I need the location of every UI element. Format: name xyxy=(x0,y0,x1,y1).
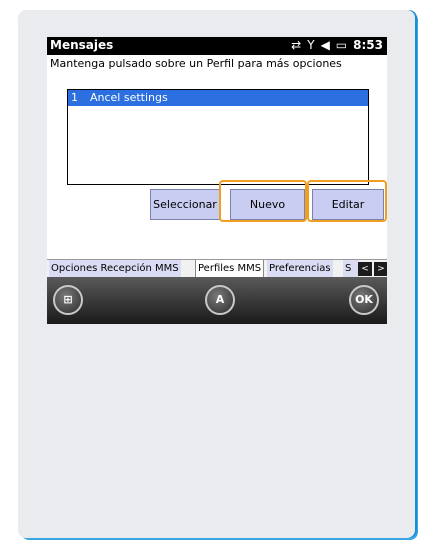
highlight-edit xyxy=(307,180,387,222)
list-item[interactable]: 1 Ancel settings xyxy=(68,90,368,106)
signal-icon: Y xyxy=(307,38,315,52)
profile-list[interactable]: 1 Ancel settings xyxy=(67,89,369,185)
tab-s[interactable]: S xyxy=(343,260,359,277)
ok-button[interactable]: OK xyxy=(349,285,379,315)
clock: 8:53 xyxy=(353,38,383,52)
tab-scroll-left-icon[interactable]: < xyxy=(358,262,372,276)
status-bar: Mensajes ⇄ Y ◀ ▭ 8:53 xyxy=(47,37,387,55)
keyboard-button[interactable]: A xyxy=(205,285,235,315)
tab-bar: Opciones Recepción MMS Perfiles MMS Pref… xyxy=(47,259,387,278)
volume-icon: ◀ xyxy=(320,38,330,52)
highlight-new xyxy=(219,180,307,222)
tab-scroll-right-icon[interactable]: > xyxy=(374,262,387,276)
status-icons: ⇄ Y ◀ ▭ 8:53 xyxy=(291,38,383,52)
tab-mms-profiles[interactable]: Perfiles MMS xyxy=(195,260,265,277)
app-title: Mensajes xyxy=(50,38,114,52)
tab-preferences[interactable]: Preferencias xyxy=(267,260,333,277)
profile-label: Ancel settings xyxy=(90,91,168,104)
tab-receive-options[interactable]: Opciones Recepción MMS xyxy=(49,260,181,277)
sync-icon: ⇄ xyxy=(291,38,302,52)
instruction-text: Mantenga pulsado sobre un Perfil para má… xyxy=(50,57,342,70)
profile-number: 1 xyxy=(71,91,78,104)
device-screen: Mensajes ⇄ Y ◀ ▭ 8:53 Mantenga pulsado s… xyxy=(47,37,387,324)
battery-icon: ▭ xyxy=(335,38,348,52)
select-button[interactable]: Seleccionar xyxy=(150,189,220,220)
softkey-bar: ⊞ A OK xyxy=(47,277,387,324)
start-icon[interactable]: ⊞ xyxy=(53,285,83,315)
